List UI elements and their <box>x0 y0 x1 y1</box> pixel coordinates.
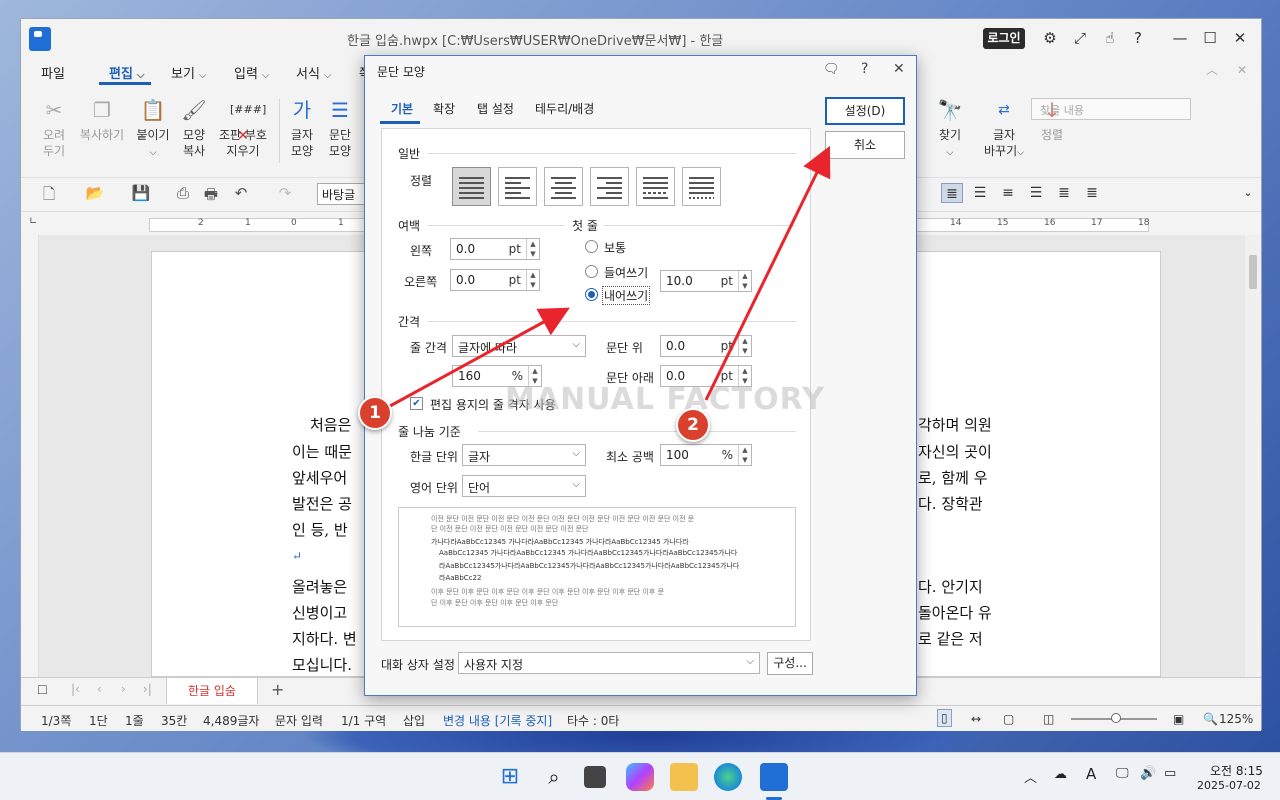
annotation-badge-2: 2 <box>676 408 710 442</box>
annotation-badge-1: 1 <box>358 396 392 430</box>
annotation-arrows <box>389 145 831 408</box>
annotation-arrow-2 <box>704 145 831 401</box>
annotation-arrow-1 <box>389 307 570 408</box>
